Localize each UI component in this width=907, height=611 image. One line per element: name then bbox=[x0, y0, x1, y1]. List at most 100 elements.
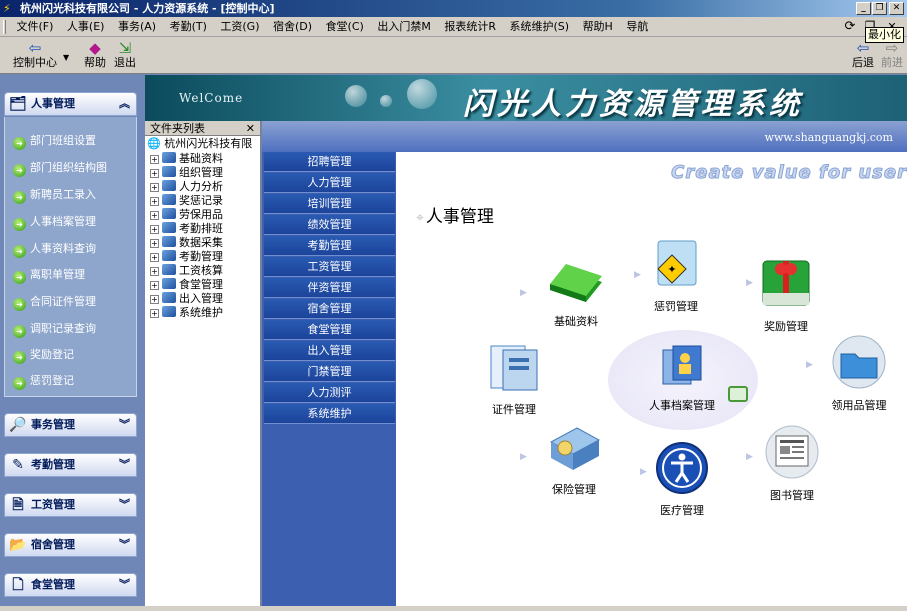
panel-header-attendance[interactable]: ✎ 考勤管理 ︾ bbox=[4, 453, 137, 477]
sidebar-item-penalties[interactable]: ➜ 惩罚登记 bbox=[13, 373, 74, 390]
control-center-button[interactable]: ⇦ 控制中心 bbox=[10, 40, 60, 69]
restore-button[interactable]: ❐ bbox=[872, 2, 887, 15]
menu-affairs[interactable]: 事务(A) bbox=[113, 17, 161, 36]
tree-node[interactable]: + 数据采集 bbox=[150, 236, 223, 249]
sidebar-item-transfers[interactable]: ➜ 调职记录查询 bbox=[13, 321, 96, 338]
card-certificates[interactable]: 证件管理 bbox=[474, 340, 554, 417]
card-medical[interactable]: 医疗管理 bbox=[642, 441, 722, 518]
module-access-mgmt[interactable]: 出入管理 bbox=[264, 341, 395, 361]
tree-node[interactable]: + 人力分析 bbox=[150, 180, 223, 193]
module-attendance[interactable]: 考勤管理 bbox=[264, 236, 395, 256]
panel-header-salary[interactable]: 🗎 工资管理 ︾ bbox=[4, 493, 137, 517]
tree-node[interactable]: + 考勤排班 bbox=[150, 222, 223, 235]
menu-maintenance[interactable]: 系统维护(S) bbox=[504, 17, 574, 36]
card-books[interactable]: 图书管理 bbox=[752, 424, 832, 503]
sidebar-item-query[interactable]: ➜ 人事资料查询 bbox=[13, 241, 96, 258]
module-salary[interactable]: 工资管理 bbox=[264, 257, 395, 277]
sidebar-item-org-chart[interactable]: ➜ 部门组织结构图 bbox=[13, 160, 107, 177]
menu-attendance[interactable]: 考勤(T) bbox=[165, 17, 212, 36]
chevron-down-icon[interactable]: ︾ bbox=[119, 534, 130, 556]
sidebar-item-archive[interactable]: ➜ 人事档案管理 bbox=[13, 214, 96, 231]
chevron-up-icon[interactable]: ︽ bbox=[119, 93, 130, 115]
card-reward[interactable]: 奖励管理 bbox=[746, 255, 826, 334]
chevron-down-icon[interactable]: ︾ bbox=[119, 494, 130, 516]
expand-icon[interactable]: + bbox=[150, 183, 159, 192]
card-insurance[interactable]: 保险管理 bbox=[534, 420, 614, 497]
expand-icon[interactable]: + bbox=[150, 169, 159, 178]
panel-header-affairs[interactable]: 🔎 事务管理 ︾ bbox=[4, 413, 137, 437]
module-dormitory[interactable]: 宿舍管理 bbox=[264, 299, 395, 319]
sidebar-item-label: 部门班组设置 bbox=[30, 134, 96, 147]
expand-icon[interactable]: + bbox=[150, 155, 159, 164]
tree-root[interactable]: 🌐 杭州闪光科技有限 bbox=[147, 137, 252, 151]
module-manpower[interactable]: 人力管理 bbox=[264, 173, 395, 193]
expand-icon[interactable]: + bbox=[150, 211, 159, 220]
module-door[interactable]: 门禁管理 bbox=[264, 362, 395, 382]
menu-navigation[interactable]: 导航 bbox=[621, 17, 653, 36]
tree-node[interactable]: + 劳保用品 bbox=[150, 208, 223, 221]
refresh-icon[interactable]: ⟳ bbox=[842, 19, 858, 34]
go-arrow-icon: ➜ bbox=[13, 325, 26, 338]
close-button[interactable]: ✕ bbox=[889, 2, 904, 15]
exit-button[interactable]: ⇲ 退出 bbox=[112, 40, 138, 69]
tree-node[interactable]: + 食堂管理 bbox=[150, 278, 223, 291]
back-button[interactable]: ⇦ 后退 bbox=[850, 40, 876, 69]
sidebar-item-contracts[interactable]: ➜ 合同证件管理 bbox=[13, 294, 96, 311]
tree-node[interactable]: + 出入管理 bbox=[150, 292, 223, 305]
menu-dormitory[interactable]: 宿舍(D) bbox=[268, 17, 317, 36]
minimize-button[interactable]: _ bbox=[856, 2, 871, 15]
card-punishment[interactable]: ✦ 惩罚管理 bbox=[636, 237, 716, 314]
card-personnel-archive[interactable]: 人事档案管理 bbox=[632, 342, 732, 413]
menu-file[interactable]: 文件(F) bbox=[12, 17, 59, 36]
module-training[interactable]: 培训管理 bbox=[264, 194, 395, 214]
module-assessment[interactable]: 人力测评 bbox=[264, 383, 395, 403]
website-url: www.shanguangkj.com bbox=[764, 131, 893, 144]
dropdown-arrow-icon[interactable]: ▼ bbox=[63, 53, 69, 62]
menu-salary[interactable]: 工资(G) bbox=[215, 17, 264, 36]
forward-button[interactable]: ⇨ 前进 bbox=[879, 40, 905, 69]
chevron-down-icon[interactable]: ︾ bbox=[119, 414, 130, 436]
module-canteen[interactable]: 食堂管理 bbox=[264, 320, 395, 340]
module-recruitment[interactable]: 招聘管理 bbox=[264, 152, 395, 172]
sidebar-item-new-hire[interactable]: ➜ 新聘员工录入 bbox=[13, 187, 96, 204]
expand-icon[interactable]: + bbox=[150, 239, 159, 248]
chevron-down-icon[interactable]: ︾ bbox=[119, 574, 130, 596]
card-supplies[interactable]: 领用品管理 bbox=[814, 334, 904, 413]
panel-header-personnel[interactable]: 🗂 人事管理 ︽ bbox=[4, 92, 137, 116]
menu-help[interactable]: 帮助H bbox=[578, 17, 618, 36]
module-benefits[interactable]: 伴资管理 bbox=[264, 278, 395, 298]
arrow-left-icon: ⇦ bbox=[28, 39, 42, 57]
menu-access[interactable]: 出入门禁M bbox=[372, 17, 436, 36]
expand-icon[interactable]: + bbox=[150, 309, 159, 318]
expand-icon[interactable]: + bbox=[150, 281, 159, 290]
tree-node[interactable]: + 工资核算 bbox=[150, 264, 223, 277]
expand-icon[interactable]: + bbox=[150, 295, 159, 304]
menu-personnel[interactable]: 人事(E) bbox=[62, 17, 110, 36]
module-maintenance[interactable]: 系统维护 bbox=[264, 404, 395, 424]
card-basic-data[interactable]: 基础资料 bbox=[536, 260, 616, 329]
expand-icon[interactable]: + bbox=[150, 225, 159, 234]
close-icon[interactable]: ✕ bbox=[246, 121, 255, 136]
sidebar-item-dept-setup[interactable]: ➜ 部门班组设置 bbox=[13, 133, 96, 150]
panel-header-dormitory[interactable]: 📂 宿舍管理 ︾ bbox=[4, 533, 137, 557]
help-button[interactable]: ◆ 帮助 bbox=[82, 40, 108, 69]
menu-reports[interactable]: 报表统计R bbox=[439, 17, 501, 36]
menu-canteen[interactable]: 食堂(C) bbox=[321, 17, 369, 36]
chevron-down-icon[interactable]: ︾ bbox=[119, 454, 130, 476]
book-icon bbox=[162, 250, 176, 261]
arrow-icon: ▶ bbox=[520, 452, 527, 462]
tree-node[interactable]: + 组织管理 bbox=[150, 166, 223, 179]
tree-node[interactable]: + 基础资料 bbox=[150, 152, 223, 165]
expand-icon[interactable]: + bbox=[150, 197, 159, 206]
sidebar-item-resignation[interactable]: ➜ 离职单管理 bbox=[13, 267, 85, 284]
tree-node[interactable]: + 系统维护 bbox=[150, 306, 223, 319]
sidebar-item-rewards[interactable]: ➜ 奖励登记 bbox=[13, 347, 74, 364]
tree-node[interactable]: + 考勤管理 bbox=[150, 250, 223, 263]
expand-icon[interactable]: + bbox=[150, 253, 159, 262]
expand-icon[interactable]: + bbox=[150, 267, 159, 276]
tree-node[interactable]: + 奖惩记录 bbox=[150, 194, 223, 207]
module-performance[interactable]: 绩效管理 bbox=[264, 215, 395, 235]
panel-header-canteen[interactable]: 🗋 食堂管理 ︾ bbox=[4, 573, 137, 597]
go-arrow-icon: ➜ bbox=[13, 377, 26, 390]
card-label: 图书管理 bbox=[770, 489, 814, 502]
